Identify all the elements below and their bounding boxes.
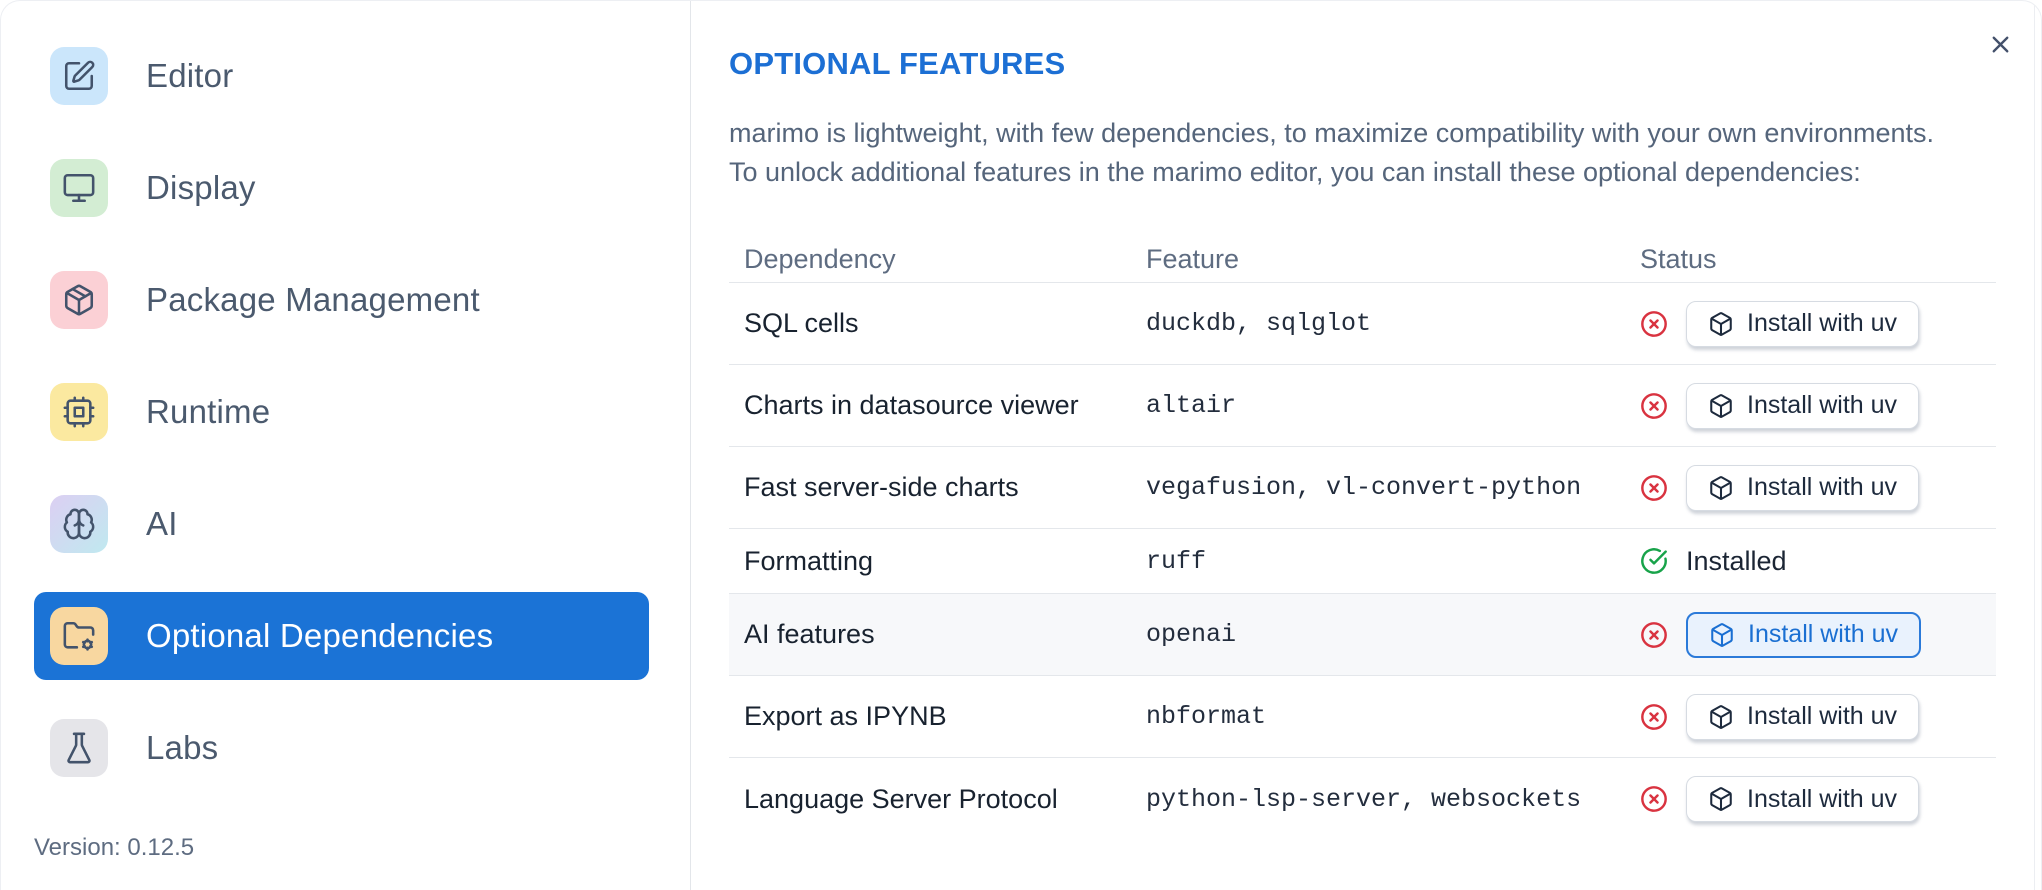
status-cell: Installed [1625,546,1996,577]
close-icon [1987,36,2014,61]
settings-dialog: Editor Display Package Management Runtime AI… [0,0,2042,890]
column-header-feature: Feature [1146,243,1240,274]
installed-check-icon [1640,547,1668,575]
install-with-uv-button[interactable]: Install with uv [1686,464,1920,511]
status-cell: Install with uv [1625,693,1996,740]
sidebar-nav: Editor Display Package Management Runtime AI… [34,32,690,792]
not-installed-x-icon [1640,392,1668,420]
dependency-cell: SQL cells [744,308,859,338]
folder-cog-icon [50,607,108,665]
package-icon [50,271,108,329]
description-line-1: marimo is lightweight, with few dependen… [729,118,1935,148]
table-header: Dependency Feature Status [729,236,1996,283]
dependency-cell: Charts in datasource viewer [744,390,1079,420]
sidebar-item-labs[interactable]: Labs [34,704,649,792]
package-box-icon [1709,622,1735,648]
package-box-icon [1708,704,1734,730]
install-with-uv-button[interactable]: Install with uv [1686,611,1922,658]
not-installed-x-icon [1640,785,1668,813]
install-with-uv-button[interactable]: Install with uv [1686,382,1920,429]
install-with-uv-label: Install with uv [1747,473,1898,501]
column-header-dependency: Dependency [744,243,896,274]
features-table-body: SQL cells duckdb, sqlglot Install with uv C… [729,283,1996,840]
install-with-uv-button[interactable]: Install with uv [1686,693,1920,740]
monitor-icon [50,159,108,217]
sidebar-item-label: Labs [146,729,219,766]
not-installed-x-icon [1640,474,1668,502]
page-title: OPTIONAL FEATURES [729,46,1066,81]
install-with-uv-label: Install with uv [1747,309,1898,337]
sidebar-item-label: Display [146,169,256,206]
dependency-cell: Export as IPYNB [744,701,947,731]
dependency-cell: Language Server Protocol [744,783,1058,814]
dependency-cell: AI features [744,619,875,649]
not-installed-x-icon [1640,310,1668,338]
close-button[interactable] [1985,31,2015,61]
install-with-uv-button[interactable]: Install with uv [1686,776,1920,822]
package-box-icon [1708,311,1734,337]
table-row: SQL cells duckdb, sqlglot Install with uv [729,283,1996,365]
column-header-status: Status [1640,243,1717,274]
cpu-icon [50,383,108,441]
status-cell: Install with uv [1625,382,1996,429]
sidebar-item-label: Optional Dependencies [146,617,494,654]
install-with-uv-label: Install with uv [1747,784,1898,813]
table-row: Formatting ruff Installed [729,529,1996,594]
settings-sidebar: Editor Display Package Management Runtime AI… [1,1,691,890]
dependency-cell: Formatting [744,545,874,576]
install-with-uv-label: Install with uv [1748,620,1899,648]
feature-cell: duckdb, sqlglot [1146,309,1372,338]
feature-cell: nbformat [1146,702,1267,731]
sidebar-item-label: Editor [146,57,234,94]
feature-cell: altair [1146,391,1237,420]
package-box-icon [1708,786,1734,812]
sidebar-item-display[interactable]: Display [34,144,649,232]
status-cell: Install with uv [1625,611,1996,658]
panel-description: marimo is lightweight, with few dependen… [729,114,2041,192]
install-with-uv-label: Install with uv [1747,702,1898,730]
sidebar-item-editor[interactable]: Editor [34,32,649,120]
brain-icon [50,495,108,553]
sidebar-item-runtime[interactable]: Runtime [34,368,649,456]
editor-pencil-icon [50,47,108,105]
sidebar-item-label: Runtime [146,393,271,430]
sidebar-item-ai[interactable]: AI [34,480,649,568]
feature-cell: openai [1146,620,1237,649]
sidebar-item-optional-dependencies[interactable]: Optional Dependencies [34,592,649,680]
feature-cell: ruff [1146,546,1207,576]
table-row: AI features openai Install with uv [729,594,1996,676]
not-installed-x-icon [1640,621,1668,649]
optional-features-panel: OPTIONAL FEATURES marimo is lightweight,… [691,1,2041,890]
feature-cell: python-lsp-server, websockets [1146,784,1582,814]
sidebar-item-label: Package Management [146,281,480,318]
sidebar-item-label: AI [146,505,178,542]
status-cell: Install with uv [1625,776,1996,822]
description-line-2: To unlock additional features in the mar… [729,157,1861,187]
package-box-icon [1708,475,1734,501]
install-with-uv-label: Install with uv [1747,391,1898,419]
package-box-icon [1708,393,1734,419]
table-row: Fast server-side charts vegafusion, vl-co… [729,447,1996,529]
not-installed-x-icon [1640,703,1668,731]
install-with-uv-button[interactable]: Install with uv [1686,300,1920,347]
status-cell: Install with uv [1625,464,1996,511]
flask-icon [50,719,108,777]
table-row: Charts in datasource viewer altair Install… [729,365,1996,447]
status-cell: Install with uv [1625,300,1996,347]
sidebar-item-package-management[interactable]: Package Management [34,256,649,344]
dependencies-table: Dependency Feature Status SQL cells duckd… [729,236,1996,840]
dependency-cell: Fast server-side charts [744,472,1019,502]
version-label: Version: 0.12.5 [34,834,195,861]
table-row: Language Server Protocol python-lsp-serve… [729,758,1996,840]
installed-label: Installed [1686,545,1787,576]
feature-cell: vegafusion, vl-convert-python [1146,473,1582,502]
table-row: Export as IPYNB nbformat Install with uv [729,676,1996,758]
